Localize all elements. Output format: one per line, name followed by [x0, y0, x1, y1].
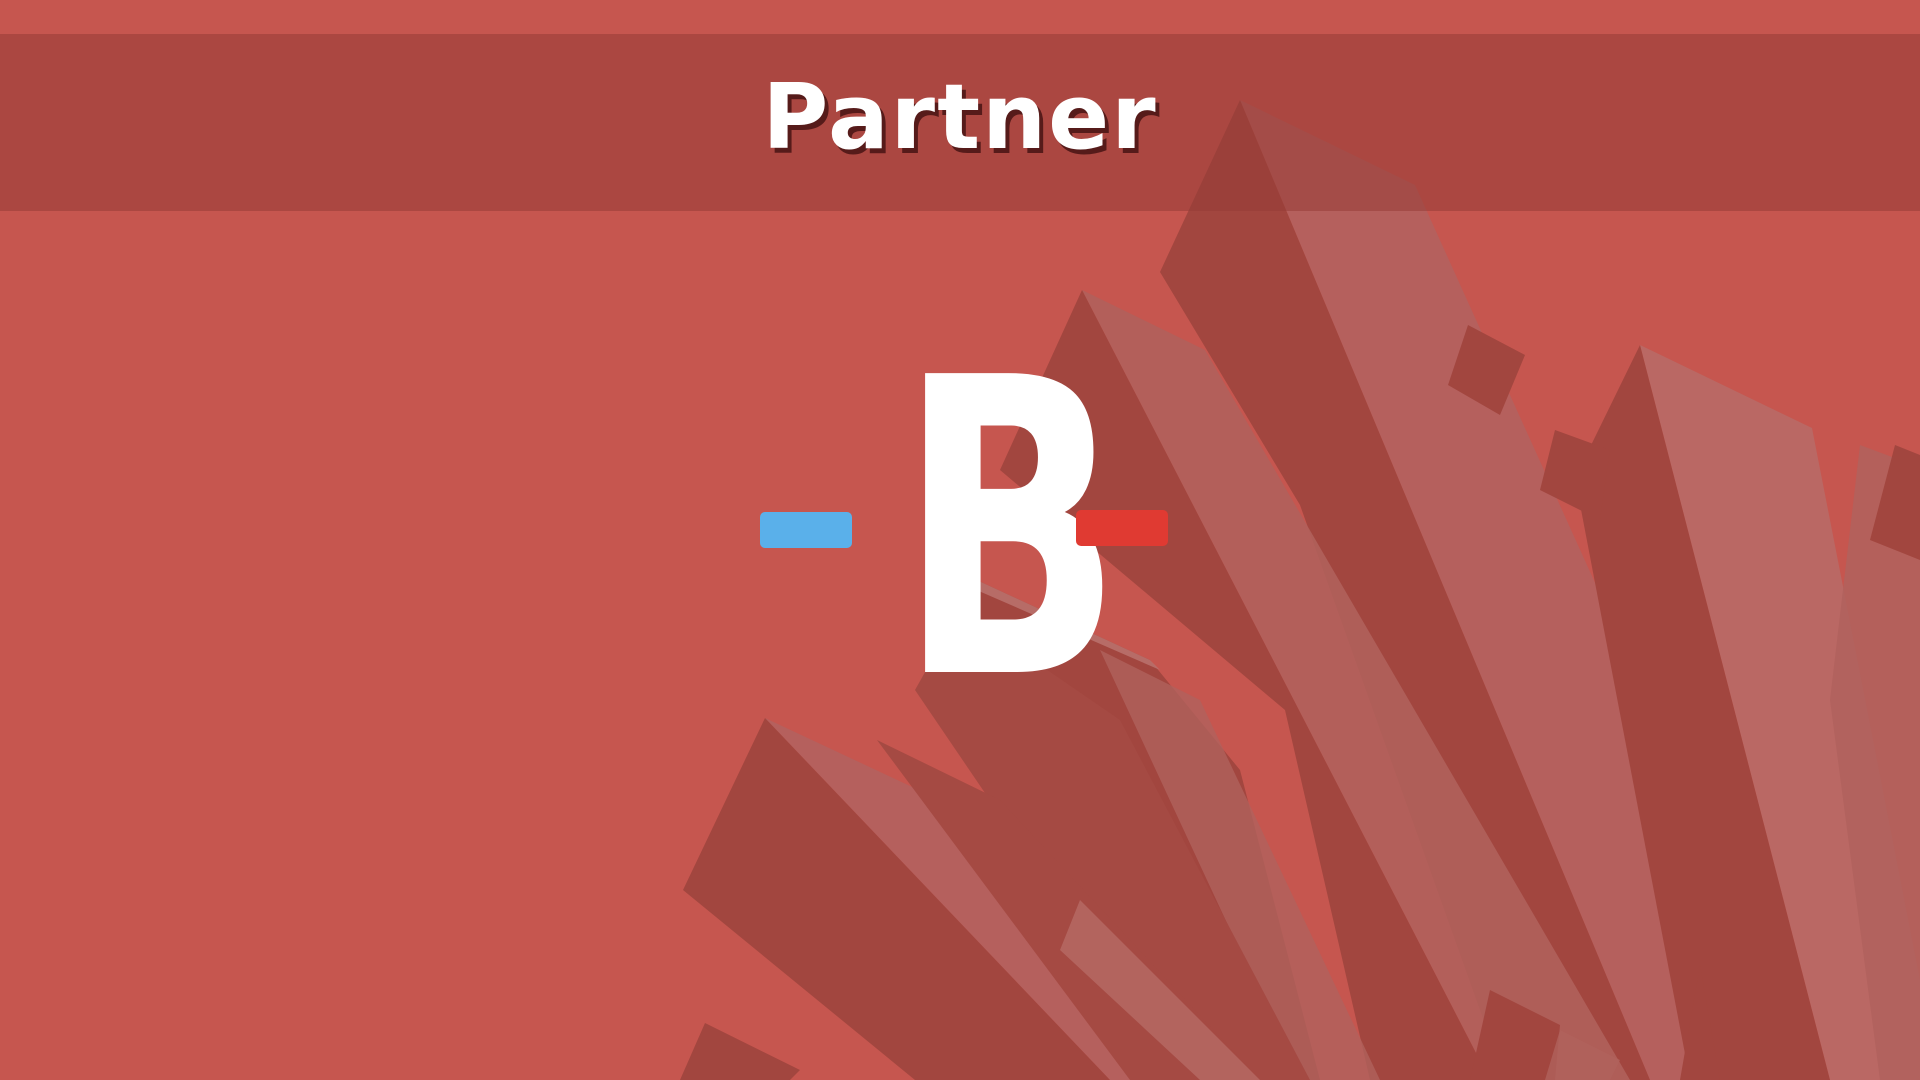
shard-group [680, 100, 1920, 1080]
page-title: Partner [762, 65, 1158, 170]
title-bar: Partner [0, 34, 1920, 211]
shard [680, 1023, 800, 1080]
